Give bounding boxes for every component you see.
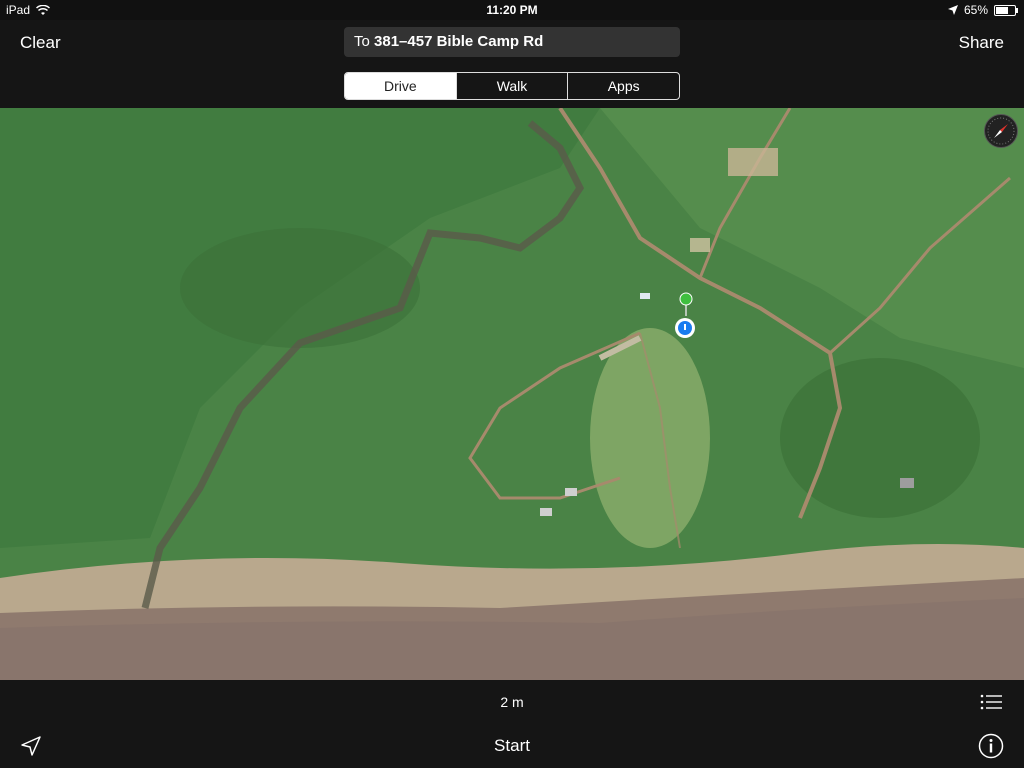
mode-apps[interactable]: Apps xyxy=(567,73,679,99)
status-bar: iPad 11:20 PM 65% xyxy=(0,0,1024,20)
mode-drive[interactable]: Drive xyxy=(345,73,456,99)
list-icon[interactable] xyxy=(980,693,1002,711)
destination-field[interactable]: To 381–457 Bible Camp Rd xyxy=(344,27,680,57)
battery-percent: 65% xyxy=(963,3,988,17)
battery-icon xyxy=(994,4,1018,16)
navigation-bar: Clear To 381–457 Bible Camp Rd Share Dri… xyxy=(0,20,1024,108)
share-button[interactable]: Share xyxy=(959,33,1004,53)
current-location-icon xyxy=(675,318,695,338)
mode-walk[interactable]: Walk xyxy=(455,73,568,99)
clear-button[interactable]: Clear xyxy=(20,33,61,53)
info-icon[interactable] xyxy=(978,733,1004,759)
route-distance: 2 m xyxy=(500,694,524,710)
destination-address: 381–457 Bible Camp Rd xyxy=(374,33,544,50)
destination-prefix: To xyxy=(354,33,370,50)
map-imagery xyxy=(0,108,1024,680)
route-start-pin-icon xyxy=(679,292,693,316)
status-time: 11:20 PM xyxy=(486,3,538,17)
status-right: 65% xyxy=(947,3,1018,17)
compass-button[interactable] xyxy=(984,114,1018,148)
compass-icon xyxy=(987,117,1015,145)
start-button[interactable]: Start xyxy=(0,736,1024,756)
bottom-toolbar: 2 m Start xyxy=(0,680,1024,768)
location-arrow-icon xyxy=(947,5,958,15)
satellite-map[interactable] xyxy=(0,108,1024,680)
transport-mode-control: Drive Walk Apps xyxy=(344,72,680,100)
